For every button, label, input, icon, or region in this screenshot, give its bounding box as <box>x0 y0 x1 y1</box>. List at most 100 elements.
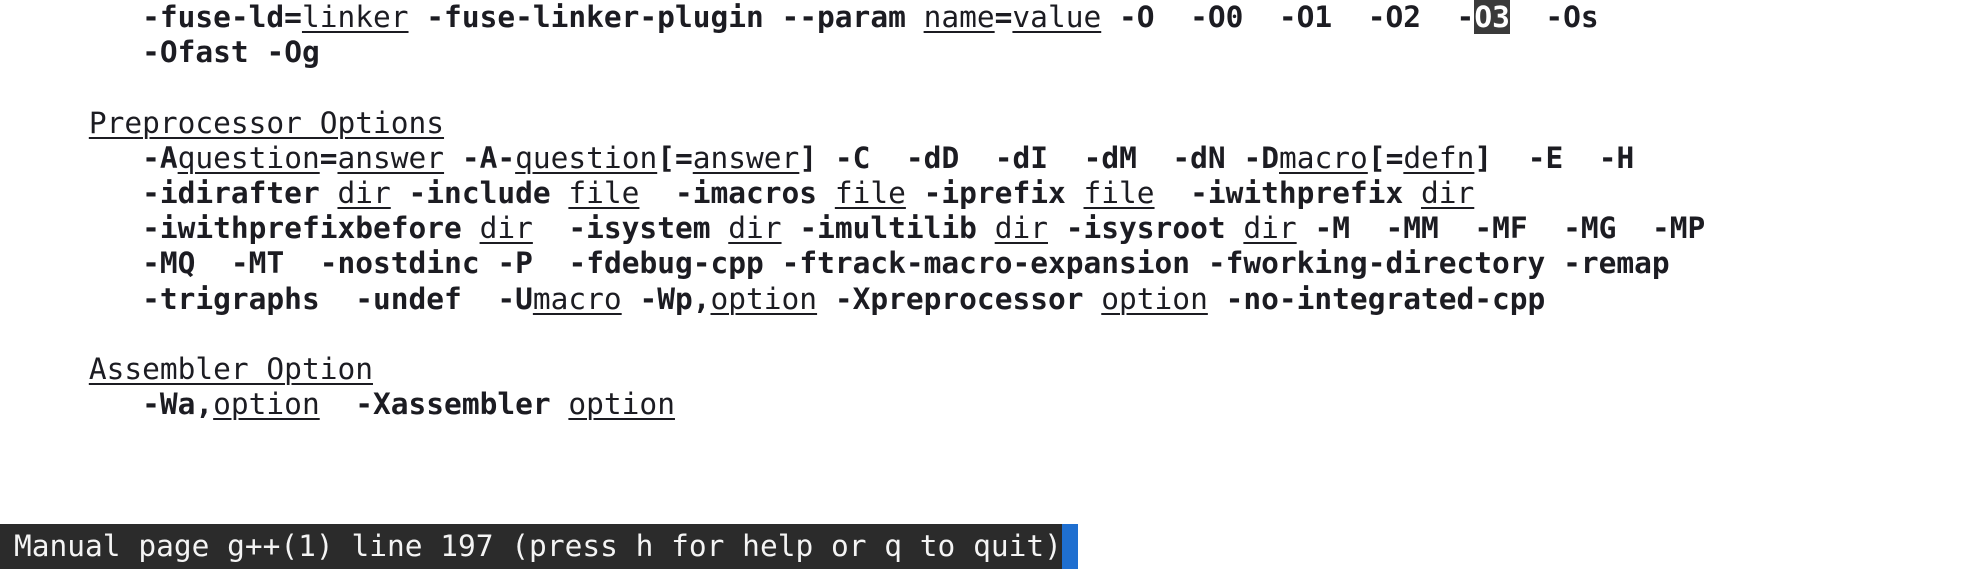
line-Wa-seg-3 <box>320 387 356 421</box>
line-idirafter-seg-9: -imacros <box>674 175 818 210</box>
line-A-options-seg-0 <box>0 141 142 175</box>
line-trigraphs-seg-7 <box>622 282 640 316</box>
line-MQ-seg-8 <box>533 246 569 280</box>
line-iwithprefixbefore-seg-7: dir <box>728 211 782 246</box>
line-iwithprefixbefore-seg-14 <box>1226 211 1244 245</box>
line-optimize-continued-seg-13 <box>1155 0 1191 34</box>
line-optimize-continued-seg-23: -Os <box>1545 0 1599 34</box>
heading-assembler-option-seg-1: Assembler Option <box>88 351 373 386</box>
line-Wa-seg-4: -Xassembler <box>355 387 551 422</box>
line-MQ-seg-14 <box>1545 246 1563 280</box>
line-idirafter-seg-3: dir <box>337 175 391 210</box>
line-idirafter: -idirafter dir -include file -imacros fi… <box>0 176 1977 211</box>
man-page-viewport[interactable]: -fuse-ld=linker -fuse-linker-plugin --pa… <box>0 0 1977 520</box>
line-optimize-continued-seg-14: -O0 <box>1190 0 1244 34</box>
line-Wa-seg-1: -Wa, <box>142 387 214 422</box>
line-trigraphs-seg-1: -trigraphs <box>142 281 320 316</box>
line-idirafter-seg-0 <box>0 176 142 210</box>
line-idirafter-seg-13: -iprefix <box>923 175 1066 210</box>
line-optimize-continued-seg-2: linker <box>301 0 409 34</box>
line-iwithprefixbefore-seg-25: -MP <box>1651 211 1706 246</box>
line-optimize-continued-seg-18: -O2 <box>1367 0 1422 34</box>
line-A-options-seg-28: ] <box>1474 140 1493 175</box>
line-iwithprefixbefore-seg-19: -MM <box>1385 211 1439 246</box>
line-trigraphs-seg-8: -Wp, <box>639 281 711 316</box>
line-ofast-og: -Ofast -Og <box>0 35 1977 70</box>
line-A-options-seg-11: ] <box>799 140 818 175</box>
line-optimize-continued-seg-9: = <box>994 0 1013 34</box>
line-iwithprefixbefore-seg-18 <box>1350 211 1386 245</box>
line-iwithprefixbefore-seg-16 <box>1297 211 1315 245</box>
line-A-options-seg-6: -A- <box>461 140 516 175</box>
line-optimize-continued-seg-10: value <box>1012 0 1102 34</box>
pager-status-text: Manual page g++(1) line 197 (press h for… <box>0 524 1062 569</box>
line-MQ-seg-0 <box>0 246 142 280</box>
line-MQ-seg-3: -MT <box>230 246 285 281</box>
line-ofast-og-seg-2 <box>249 35 267 69</box>
line-trigraphs-seg-3: -undef <box>355 281 462 316</box>
line-iwithprefixbefore-seg-12 <box>1048 211 1066 245</box>
line-optimize-continued-seg-7 <box>906 0 924 34</box>
line-optimize-continued-seg-16: -O1 <box>1278 0 1333 34</box>
line-A-options-seg-30: -E <box>1527 140 1564 175</box>
line-blank-1-seg-0 <box>0 70 18 104</box>
line-A-options-seg-2: question <box>177 140 320 175</box>
line-idirafter-seg-10 <box>817 176 835 210</box>
line-trigraphs-seg-5: -U <box>497 281 533 316</box>
line-MQ-seg-4 <box>284 246 320 280</box>
line-optimize-continued-seg-15 <box>1243 0 1279 34</box>
line-iwithprefixbefore-seg-0 <box>0 211 142 245</box>
line-iwithprefixbefore-seg-3: dir <box>479 211 533 246</box>
line-A-options-seg-29 <box>1492 141 1528 175</box>
line-iwithprefixbefore-seg-24 <box>1616 211 1652 245</box>
line-iwithprefixbefore-seg-6 <box>710 211 728 245</box>
line-A-options: -Aquestion=answer -A-question[=answer] -… <box>0 141 1977 176</box>
line-idirafter-seg-18 <box>1403 176 1421 210</box>
line-trigraphs-seg-15: -no-integrated-cpp <box>1225 281 1546 316</box>
line-idirafter-seg-16 <box>1155 176 1191 210</box>
line-idirafter-seg-5: -include <box>408 175 551 210</box>
line-blank-1 <box>0 70 1977 105</box>
line-optimize-continued-seg-17 <box>1332 0 1368 34</box>
line-A-options-seg-1: -A <box>142 140 178 175</box>
line-A-options-seg-7: question <box>515 140 658 175</box>
line-A-options-seg-12 <box>817 141 835 175</box>
line-iwithprefixbefore-seg-8 <box>782 211 800 245</box>
pager-status-bar[interactable]: Manual page g++(1) line 197 (press h for… <box>0 520 1977 573</box>
line-A-options-seg-9: = <box>674 140 693 175</box>
line-idirafter-seg-8 <box>639 176 675 210</box>
line-trigraphs-seg-12 <box>1084 282 1102 316</box>
line-idirafter-seg-11: file <box>834 175 906 210</box>
line-A-options-seg-18 <box>1048 141 1084 175</box>
line-iwithprefixbefore-seg-2 <box>462 211 480 245</box>
line-A-options-seg-16 <box>959 141 995 175</box>
line-MQ-seg-10 <box>764 246 782 280</box>
line-A-options-seg-3: = <box>319 140 338 175</box>
line-idirafter-seg-4 <box>391 176 409 210</box>
heading-preprocessor-options-seg-1: Preprocessor Options <box>88 105 445 140</box>
line-idirafter-seg-15: file <box>1083 175 1155 210</box>
line-optimize-continued-seg-21: O3 <box>1474 0 1510 34</box>
line-ofast-og-seg-1: -Ofast <box>142 35 249 70</box>
line-iwithprefixbefore: -iwithprefixbefore dir -isystem dir -imu… <box>0 211 1977 246</box>
line-iwithprefixbefore-seg-11: dir <box>994 211 1048 246</box>
line-optimize-continued: -fuse-ld=linker -fuse-linker-plugin --pa… <box>0 0 1977 35</box>
line-iwithprefixbefore-seg-21: -MF <box>1474 211 1528 246</box>
line-iwithprefixbefore-seg-17: -M <box>1314 211 1350 246</box>
line-iwithprefixbefore-seg-5: -isystem <box>568 211 711 246</box>
line-Wa-seg-2: option <box>213 387 320 422</box>
line-iwithprefixbefore-seg-20 <box>1439 211 1475 245</box>
line-iwithprefixbefore-seg-9: -imultilib <box>799 211 977 246</box>
line-A-options-seg-24: macro <box>1279 140 1368 175</box>
line-A-options-seg-15: -dD <box>905 140 960 175</box>
line-A-options-seg-19: -dM <box>1083 140 1137 175</box>
line-A-options-seg-25: [ <box>1367 140 1386 175</box>
line-trigraphs-seg-2 <box>320 282 356 316</box>
line-trigraphs-seg-4 <box>462 282 498 316</box>
line-iwithprefixbefore-seg-15: dir <box>1243 211 1297 246</box>
line-A-options-seg-23: -D <box>1243 140 1279 175</box>
line-Wa: -Wa,option -Xassembler option <box>0 387 1977 422</box>
status-bar-filler <box>1077 520 1977 573</box>
line-A-options-seg-10: answer <box>692 140 800 175</box>
line-Wa-seg-0 <box>0 387 142 421</box>
